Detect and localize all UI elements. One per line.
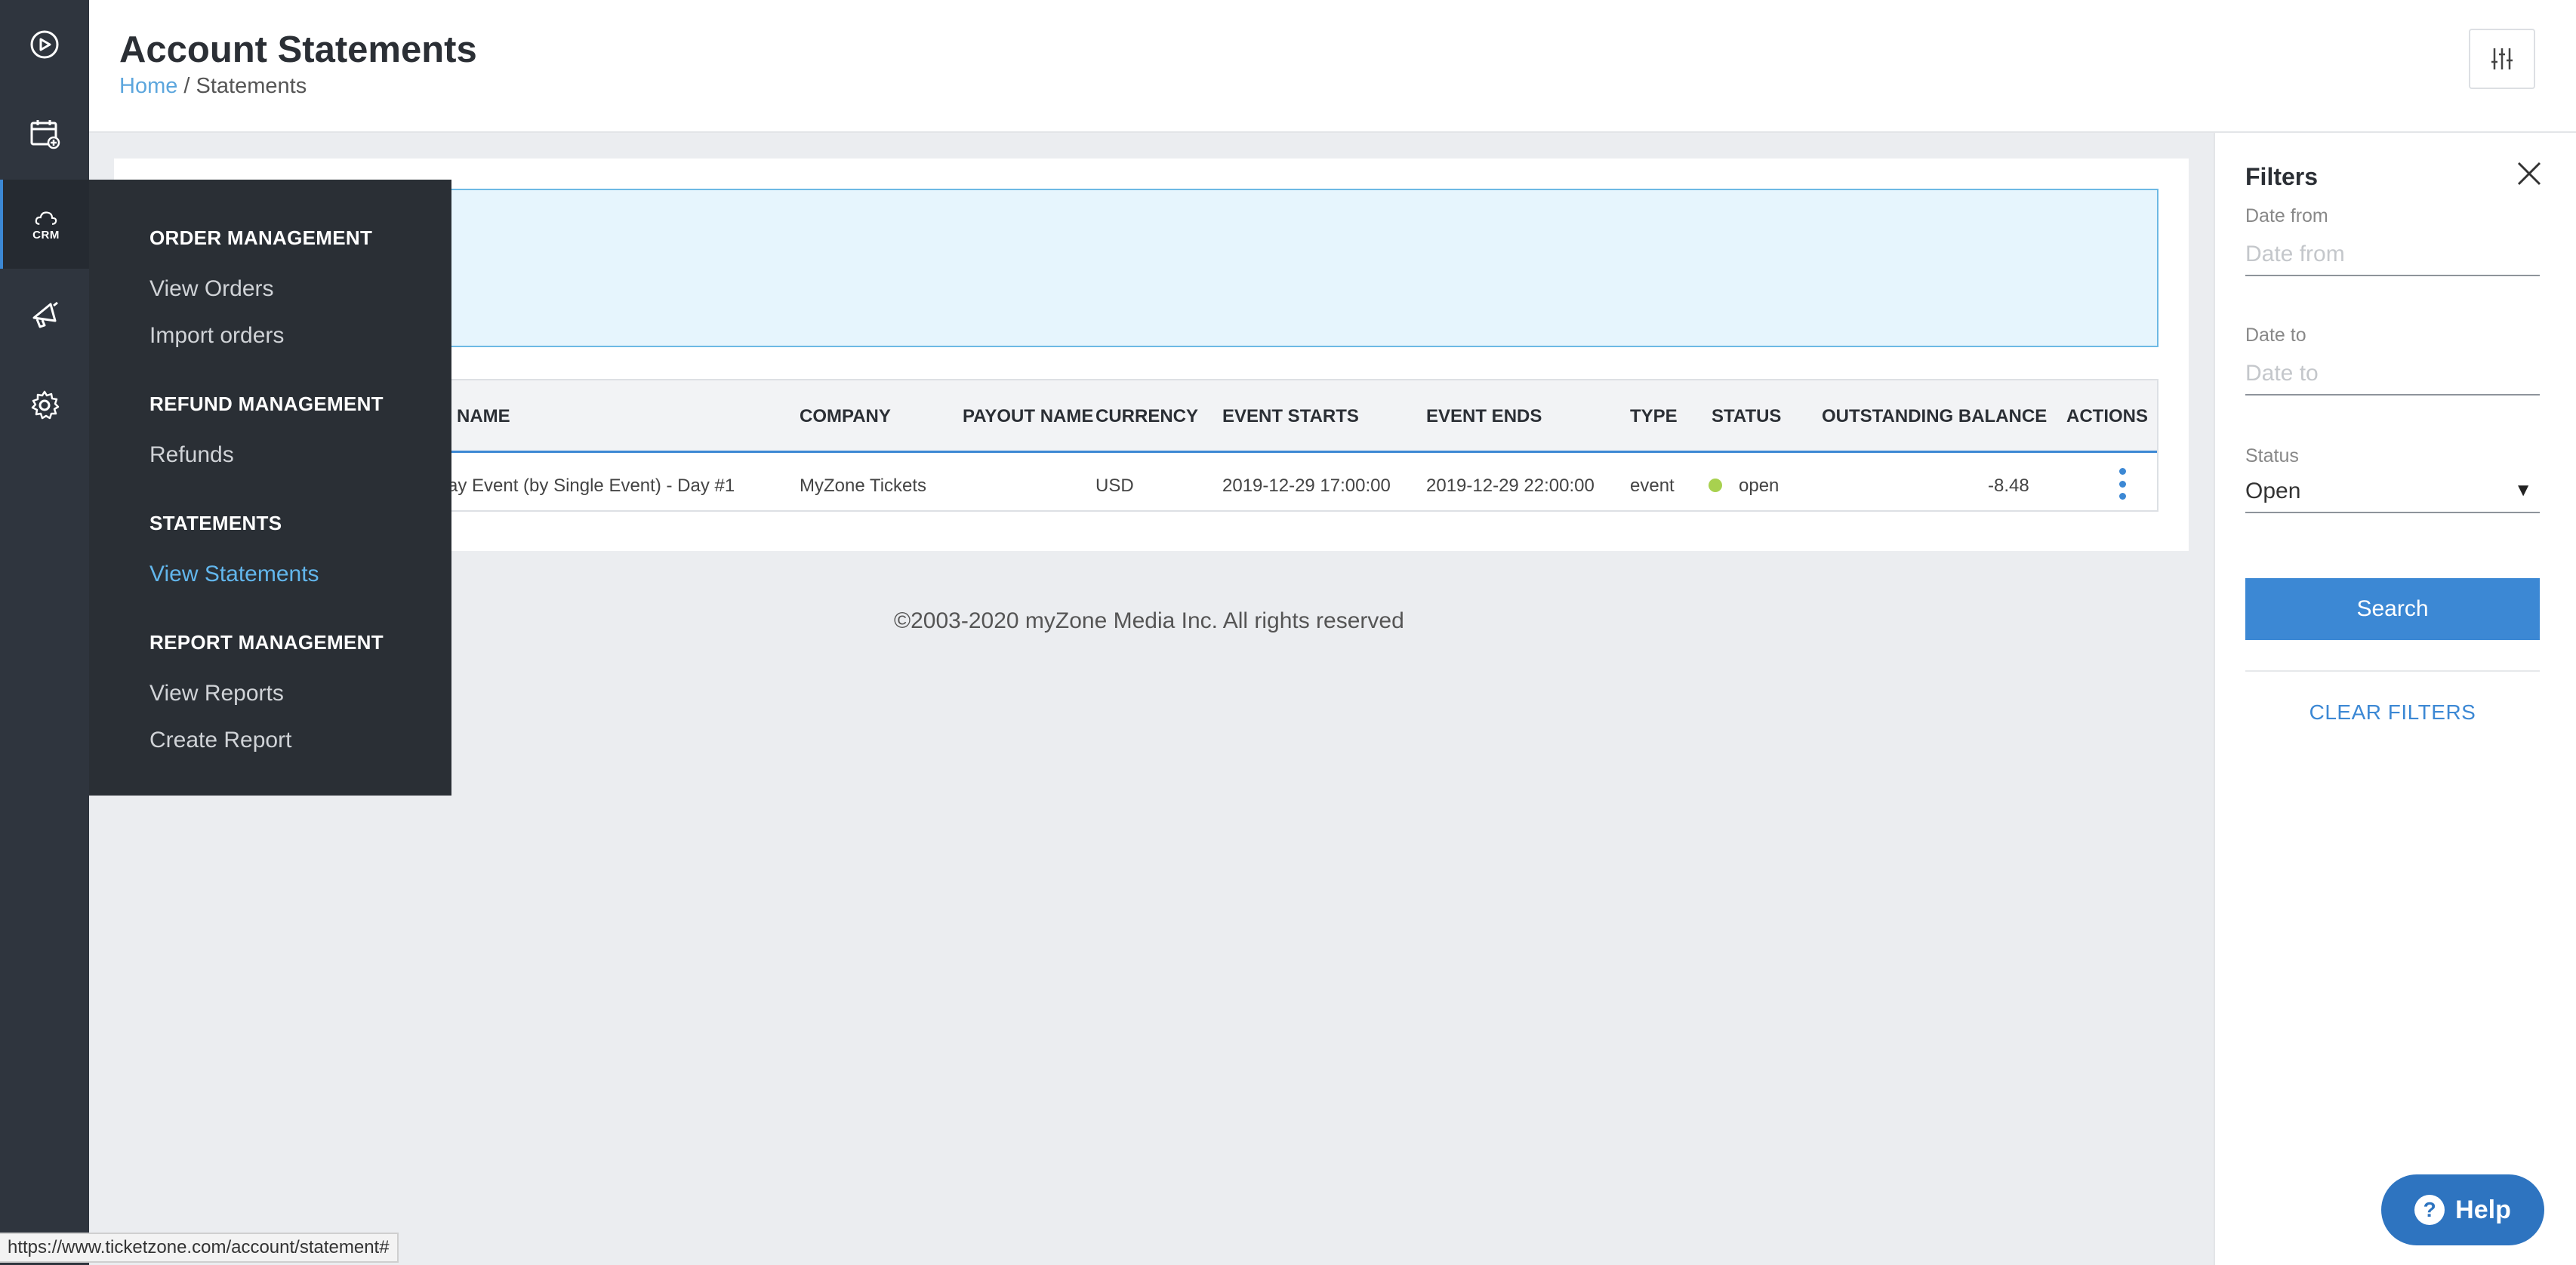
search-button[interactable]: Search	[2245, 578, 2540, 640]
kebab-icon	[2118, 468, 2126, 475]
cell-name: ay Event (by Single Event) - Day #1	[448, 476, 735, 496]
calendar-add-icon	[30, 120, 60, 149]
date-from-input[interactable]	[2245, 234, 2540, 276]
caret-down-icon: ▼	[2514, 480, 2532, 500]
footer-copyright: ©2003-2020 myZone Media Inc. All rights …	[894, 608, 1404, 633]
help-label: Help	[2455, 1195, 2511, 1224]
crm-label: CRM	[32, 228, 60, 242]
crm-flyout-menu: ORDER MANAGEMENT View Orders Import orde…	[89, 180, 451, 796]
cell-outstanding-balance: -8.48	[1988, 476, 2029, 496]
question-icon: ?	[2414, 1195, 2445, 1225]
sliders-icon	[2491, 48, 2513, 69]
col-currency[interactable]: CURRENCY	[1095, 406, 1198, 427]
col-payout-name[interactable]: PAYOUT NAME	[963, 406, 1093, 427]
menu-section-order-management: ORDER MANAGEMENT	[149, 226, 373, 249]
menu-link-view-statements[interactable]: View Statements	[149, 562, 319, 587]
page-header: Account Statements Home / Statements	[89, 0, 2576, 133]
col-type[interactable]: TYPE	[1630, 406, 1678, 427]
date-to-label: Date to	[2245, 325, 2306, 346]
cell-event-ends: 2019-12-29 22:00:00	[1426, 476, 1595, 496]
rail-settings[interactable]	[0, 361, 89, 450]
rail-events[interactable]	[0, 89, 89, 178]
help-button[interactable]: ? Help	[2381, 1174, 2544, 1245]
status-dot	[1709, 479, 1722, 492]
cell-status: open	[1739, 476, 1779, 496]
cell-company: MyZone Tickets	[800, 476, 927, 496]
rail-crm[interactable]: CRM	[0, 180, 89, 269]
rail-dashboard[interactable]	[0, 0, 89, 89]
filters-title: Filters	[2245, 163, 2319, 190]
gear-icon	[31, 390, 60, 420]
filters-divider	[2245, 670, 2540, 672]
breadcrumb: Home / Statements	[119, 74, 307, 99]
col-actions: ACTIONS	[2066, 406, 2148, 426]
icon-rail: CRM	[0, 0, 89, 1265]
col-name[interactable]: NAME	[457, 406, 510, 427]
menu-section-report-management: REPORT MANAGEMENT	[149, 631, 384, 654]
clear-filters-link[interactable]: CLEAR FILTERS	[2245, 700, 2540, 725]
date-from-label: Date from	[2245, 205, 2328, 226]
menu-link-refunds[interactable]: Refunds	[149, 442, 234, 468]
filters-panel: Filters Date from Date to Status Open ▼ …	[2214, 133, 2576, 1265]
col-event-starts[interactable]: EVENT STARTS	[1222, 406, 1359, 427]
status-select-value: Open	[2245, 479, 2301, 503]
menu-section-statements: STATEMENTS	[149, 512, 282, 534]
page-title: Account Statements	[119, 29, 477, 70]
menu-link-view-orders[interactable]: View Orders	[149, 276, 274, 302]
col-status[interactable]: STATUS	[1712, 406, 1781, 427]
breadcrumb-home-link[interactable]: Home	[119, 74, 177, 98]
cell-type: event	[1630, 476, 1675, 496]
menu-link-create-report[interactable]: Create Report	[149, 728, 291, 753]
close-icon[interactable]	[2516, 160, 2543, 187]
filter-toggle-button[interactable]	[2469, 29, 2535, 89]
menu-link-view-reports[interactable]: View Reports	[149, 681, 284, 706]
status-select[interactable]: Open ▼	[2245, 471, 2540, 513]
menu-link-import-orders[interactable]: Import orders	[149, 323, 284, 349]
col-event-ends[interactable]: EVENT ENDS	[1426, 406, 1542, 427]
menu-section-refund-management: REFUND MANAGEMENT	[149, 392, 384, 415]
row-actions-button[interactable]	[2117, 468, 2128, 500]
megaphone-icon	[32, 301, 58, 328]
breadcrumb-separator: /	[177, 74, 196, 98]
rail-marketing[interactable]	[0, 270, 89, 359]
breadcrumb-current: Statements	[196, 74, 307, 98]
cell-currency: USD	[1095, 476, 1134, 496]
col-outstanding-balance[interactable]: OUTSTANDING BALANCE	[1822, 406, 2047, 427]
status-label: Status	[2245, 445, 2299, 466]
status-bar-url: https://www.ticketzone.com/account/state…	[0, 1233, 399, 1263]
date-to-input[interactable]	[2245, 353, 2540, 396]
dashboard-icon	[30, 30, 59, 59]
cell-event-starts: 2019-12-29 17:00:00	[1222, 476, 1391, 496]
col-company[interactable]: COMPANY	[800, 406, 891, 427]
